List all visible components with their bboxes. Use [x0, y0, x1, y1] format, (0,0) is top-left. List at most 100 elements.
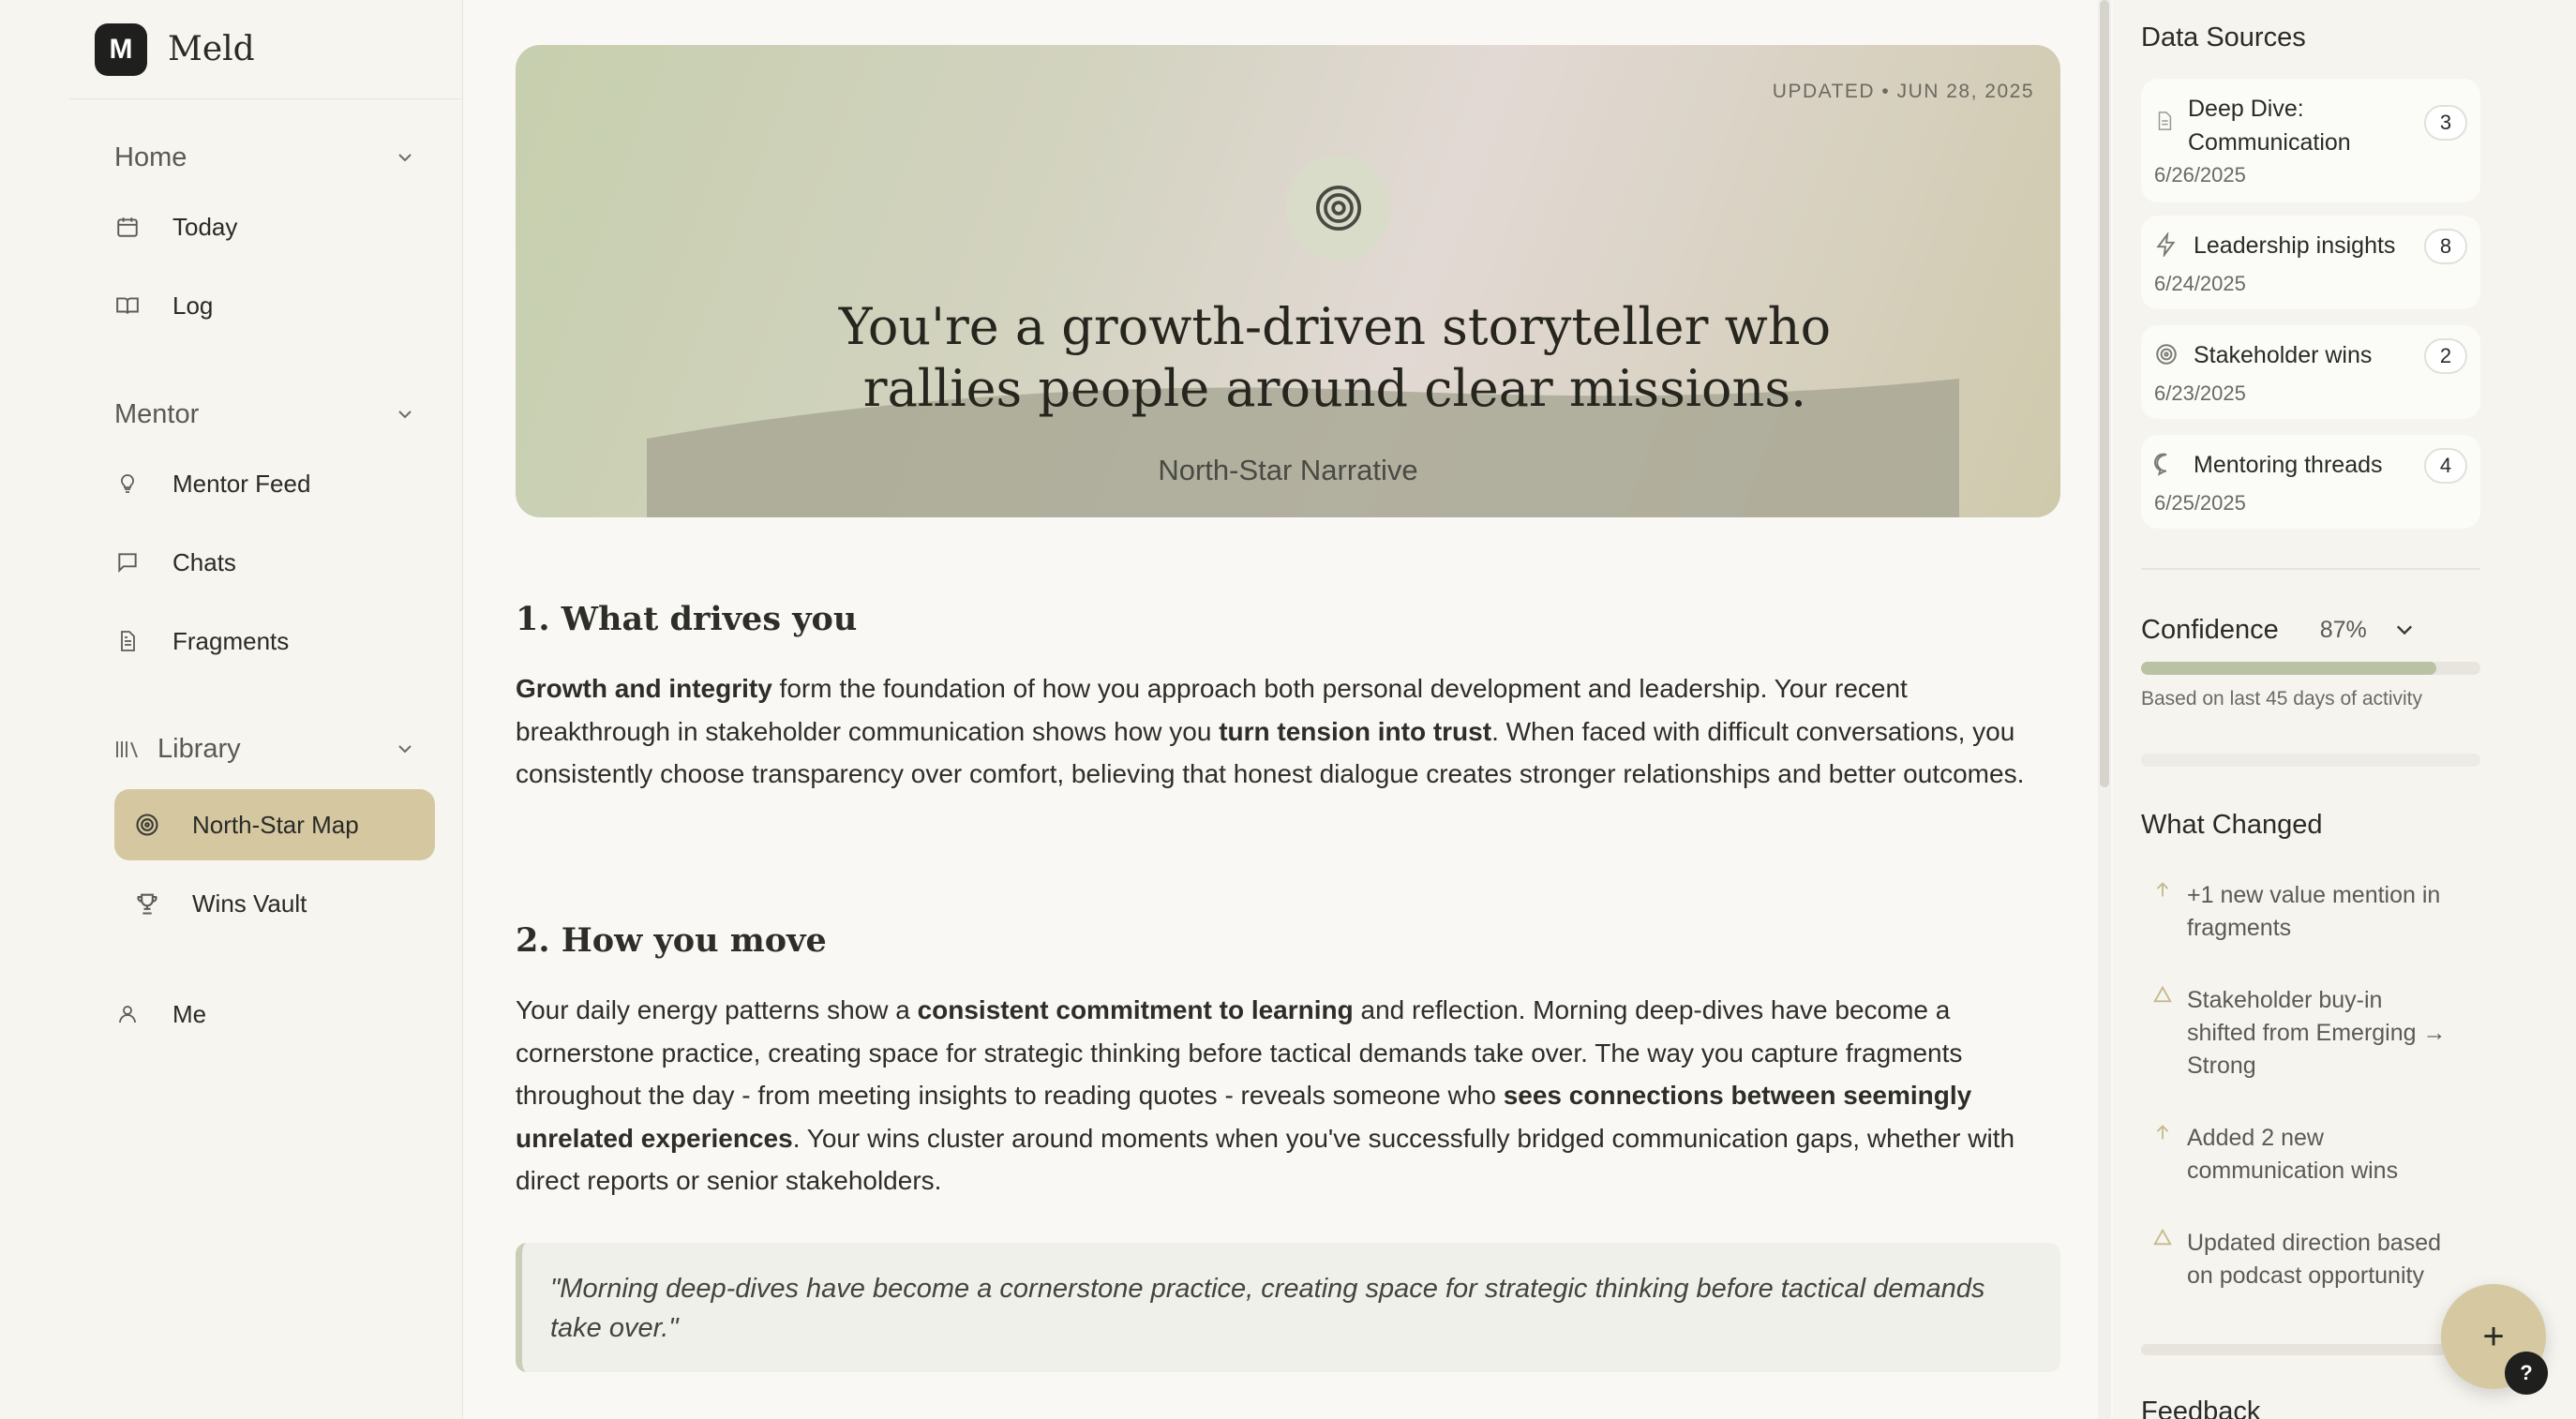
section-home-label: Home — [114, 142, 187, 172]
sidebar: M Meld Home Today Log Mentor Mentor Feed… — [0, 0, 463, 1419]
sidebar-item-label: Fragments — [172, 626, 290, 655]
source-date: 6/24/2025 — [2154, 272, 2246, 295]
confidence-note: Based on last 45 days of activity — [2141, 688, 2422, 710]
chat-bubble-icon — [114, 549, 141, 575]
right-panel: Data Sources Deep Dive: Communication 3 6… — [2113, 0, 2576, 1419]
source-count-badge: 3 — [2424, 105, 2467, 141]
brand[interactable]: M Meld — [69, 0, 463, 99]
chevron-down-icon — [398, 154, 412, 162]
source-name-line: Deep Dive: — [2188, 96, 2304, 122]
source-card[interactable]: Stakeholder wins 2 6/23/2025 — [2141, 325, 2480, 419]
what-changed-title: What Changed — [2141, 810, 2323, 840]
arrow-up-icon — [2156, 882, 2169, 897]
hero-subtitle: North-Star Narrative — [1158, 454, 1418, 486]
hero-updated-date: UPDATED • JUN 28, 2025 — [1772, 81, 2034, 102]
section-library[interactable]: Library — [114, 726, 414, 771]
sidebar-item-label: Me — [172, 999, 207, 1028]
user-icon — [114, 1001, 141, 1027]
sidebar-item-me[interactable]: Me — [114, 980, 435, 1048]
lightbulb-icon — [114, 471, 141, 497]
hero-card: UPDATED • JUN 28, 2025 You're a growth-d… — [516, 45, 2060, 517]
confidence-label: Confidence — [2141, 614, 2279, 645]
main-scrollbar-thumb[interactable] — [2100, 0, 2109, 787]
sidebar-item-label: Log — [172, 291, 214, 320]
chevron-down-icon — [398, 745, 412, 754]
change-text: on podcast opportunity — [2187, 1262, 2424, 1289]
help-button[interactable]: ? — [2505, 1352, 2548, 1395]
confidence-bar — [2141, 662, 2480, 675]
sidebar-item-label: Chats — [172, 547, 236, 576]
chat-bubble-icon — [2154, 453, 2167, 476]
sidebar-item-fragments[interactable]: Fragments — [114, 607, 435, 675]
paragraph-moves: Your daily energy patterns show a consis… — [516, 989, 2060, 1202]
app-name: Meld — [168, 30, 255, 68]
confidence-toggle[interactable]: Confidence 87% — [2141, 611, 2480, 649]
source-name: Deep Dive: Communication — [2188, 92, 2351, 159]
bold-text: turn tension into trust — [1219, 716, 1492, 746]
source-card[interactable]: Leadership insights 8 6/24/2025 — [2141, 216, 2480, 309]
source-card[interactable]: Mentoring threads 4 6/25/2025 — [2141, 435, 2480, 529]
source-count-badge: 8 — [2424, 229, 2467, 264]
source-name-line: Communication — [2188, 129, 2351, 156]
change-text: communication wins — [2187, 1158, 2399, 1184]
source-card[interactable]: Deep Dive: Communication 3 6/26/2025 — [2141, 79, 2480, 202]
bold-text: consistent commitment to learning — [917, 995, 1354, 1024]
source-name: Mentoring threads — [2194, 452, 2383, 478]
hero-title-line-2: rallies people around clear missions. — [862, 359, 1807, 418]
sidebar-item-today[interactable]: Today — [114, 193, 435, 261]
source-count-badge: 4 — [2424, 448, 2467, 484]
section-mentor-label: Mentor — [114, 398, 200, 429]
change-text: Stakeholder buy-in — [2187, 987, 2383, 1013]
trophy-icon — [134, 890, 160, 917]
section-heading-moves: 2. How you move — [516, 921, 827, 960]
sidebar-item-mentor-feed[interactable]: Mentor Feed — [114, 450, 435, 517]
lightning-icon — [2156, 232, 2176, 257]
source-date: 6/26/2025 — [2154, 163, 2246, 187]
sidebar-item-north-star-map[interactable]: North-Star Map — [114, 789, 435, 860]
section-home[interactable]: Home — [114, 135, 414, 180]
confidence-bar-fill — [2141, 662, 2436, 675]
app-logo: M — [95, 22, 147, 76]
library-icon — [116, 741, 138, 758]
hero-title: You're a growth-driven storyteller who r… — [726, 296, 1944, 420]
change-text: Updated direction based — [2187, 1230, 2442, 1256]
confidence-value: 87% — [2319, 616, 2367, 643]
source-name: Leadership insights — [2194, 232, 2396, 259]
sidebar-item-label: Today — [172, 212, 238, 241]
paragraph-drives: Growth and integrity form the foundation… — [516, 667, 2060, 796]
triangle-icon — [2153, 985, 2172, 1003]
target-icon — [2156, 344, 2177, 365]
sidebar-item-chats[interactable]: Chats — [114, 529, 435, 596]
hero-title-line-1: You're a growth-driven storyteller who — [838, 297, 1832, 356]
source-name: Stakeholder wins — [2194, 342, 2373, 368]
change-text: Added 2 new — [2187, 1125, 2324, 1151]
main-content: UPDATED • JUN 28, 2025 You're a growth-d… — [463, 0, 2098, 1419]
section-library-label: Library — [157, 733, 241, 764]
calendar-icon — [114, 214, 141, 240]
sidebar-item-label: North-Star Map — [192, 810, 359, 839]
book-icon — [114, 292, 141, 319]
change-text: +1 new value mention in — [2187, 882, 2441, 908]
divider — [2141, 1344, 2480, 1355]
target-icon — [1286, 156, 1391, 261]
change-text: shifted from Emerging → — [2187, 1020, 2447, 1046]
feedback-title: Feedback — [2141, 1397, 2261, 1419]
change-text: fragments — [2187, 915, 2292, 941]
source-date: 6/25/2025 — [2154, 491, 2246, 515]
document-icon — [114, 628, 141, 654]
section-heading-drives: 1. What drives you — [516, 600, 858, 638]
section-mentor[interactable]: Mentor — [114, 392, 414, 437]
sidebar-item-label: Mentor Feed — [172, 469, 311, 498]
source-date: 6/23/2025 — [2154, 381, 2246, 405]
hero-wave — [647, 379, 1959, 517]
sidebar-item-log[interactable]: Log — [114, 272, 435, 339]
sidebar-item-wins-vault[interactable]: Wins Vault — [114, 870, 435, 937]
chevron-down-icon — [398, 411, 412, 419]
triangle-icon — [2153, 1228, 2172, 1246]
body-text: Your daily energy patterns show a — [516, 995, 918, 1024]
sidebar-item-label: Wins Vault — [192, 889, 307, 918]
target-icon — [134, 812, 160, 838]
data-sources-title: Data Sources — [2141, 22, 2306, 52]
bold-text: Growth and integrity — [516, 674, 772, 703]
source-count-badge: 2 — [2424, 338, 2467, 374]
